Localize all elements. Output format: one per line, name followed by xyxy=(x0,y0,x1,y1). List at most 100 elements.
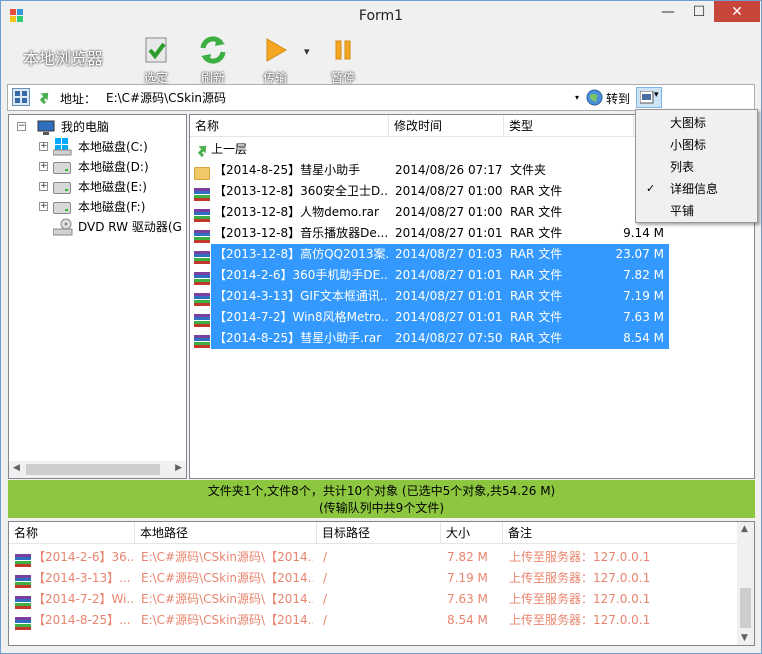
queue-row[interactable]: 【2014-3-13】... E:\C#源码\CSkin源码\【2014... / 7… xyxy=(9,568,738,589)
file-name: 【2013-12-8】人物demo.rar xyxy=(214,205,379,219)
queue-note: 上传至服务器：127.0.0.1 xyxy=(509,550,651,564)
file-row[interactable]: 【2014-7-2】Win8风格Metro... 2014/08/27 01:01… xyxy=(190,307,754,328)
status-queue-count: (传输队列中共9个文件) xyxy=(319,501,444,515)
queue-column-size[interactable]: 大小 xyxy=(441,522,503,544)
tree-expand-toggle[interactable]: + xyxy=(39,142,48,151)
menu-item-view-1[interactable]: 大图标 xyxy=(638,112,755,134)
maximize-button[interactable]: ☐ xyxy=(684,1,714,23)
address-dropdown-arrow[interactable]: ▾ xyxy=(571,88,583,108)
status-bar: 文件夹1个,文件8个，共计10个对象 (已选中5个对象,共54.26 M) (传… xyxy=(8,480,755,518)
queue-column-local-path[interactable]: 本地路径 xyxy=(135,522,317,544)
queue-column-note[interactable]: 备注 xyxy=(503,522,738,544)
scroll-up-icon[interactable]: ▲ xyxy=(741,524,748,534)
view-mode-button[interactable]: ▾ xyxy=(636,87,662,108)
file-row[interactable]: 【2014-2-6】360手机助手DE... 2014/08/27 01:01 RA… xyxy=(190,265,754,286)
scroll-thumb[interactable] xyxy=(26,464,160,475)
transfer-button[interactable]: 传输 xyxy=(255,34,295,85)
folder-tree[interactable]: − 我的电脑 + 本地磁盘(C:) + 本地磁盘(D:) + 本地磁盘(E:) … xyxy=(8,114,187,479)
menu-item-view-3[interactable]: 列表 xyxy=(638,156,755,178)
scroll-down-icon[interactable]: ▼ xyxy=(741,633,748,643)
queue-name: 【2014-3-13】... xyxy=(33,571,131,585)
pause-button[interactable]: 暂停 xyxy=(323,34,363,85)
minimize-button[interactable]: — xyxy=(653,1,683,23)
file-modified: 2014/08/26 07:17 xyxy=(395,163,503,177)
queue-column-name[interactable]: 名称 xyxy=(9,522,135,544)
queue-name: 【2014-7-2】Wi... xyxy=(33,592,133,606)
queue-size: 8.54 M xyxy=(447,613,488,627)
menu-item-view-5[interactable]: 平铺 xyxy=(638,200,755,222)
queue-note: 上传至服务器：127.0.0.1 xyxy=(509,592,651,606)
column-header-type[interactable]: 类型 xyxy=(504,115,634,137)
file-name: 【2014-3-13】GIF文本框通讯... xyxy=(214,289,388,303)
queue-target-path: / xyxy=(323,592,328,606)
queue-local-path: E:\C#源码\CSkin源码\【2014... xyxy=(141,613,313,627)
file-row[interactable]: 【2013-12-8】音乐播放器De... 2014/08/27 01:01 RAR… xyxy=(190,223,754,244)
title-bar: Form1 — ☐ ✕ xyxy=(1,1,761,31)
tree-horizontal-scrollbar[interactable]: ◀ ▶ xyxy=(9,461,186,478)
queue-vertical-scrollbar[interactable]: ▲ ▼ xyxy=(737,522,754,645)
file-type: RAR 文件 xyxy=(510,310,563,324)
tree-label: 本地磁盘(D:) xyxy=(78,160,149,174)
queue-column-target-path[interactable]: 目标路径 xyxy=(317,522,441,544)
file-size: 7.63 M xyxy=(623,310,664,324)
tree-label: 本地磁盘(E:) xyxy=(78,180,147,194)
transfer-dropdown-arrow[interactable]: ▾ xyxy=(304,45,310,58)
menu-item-label: 详细信息 xyxy=(670,182,719,196)
scroll-thumb[interactable] xyxy=(740,588,751,628)
tree-expand-toggle[interactable]: + xyxy=(39,182,48,191)
file-size: 7.82 M xyxy=(623,268,664,282)
file-row[interactable]: 【2014-8-25】彗星小助手.rar 2014/08/27 07:50 RAR … xyxy=(190,328,754,349)
toolbar: 本地浏览器 选定 刷新 传输 ▾ 暂停 xyxy=(7,31,757,85)
queue-note: 上传至服务器：127.0.0.1 xyxy=(509,613,651,627)
checkmark-icon: ✓ xyxy=(646,182,656,195)
rar-file-icon xyxy=(194,334,210,349)
file-modified: 2014/08/27 01:00 xyxy=(395,184,503,198)
windows-drive-icon xyxy=(52,138,73,162)
up-level-row[interactable]: 上一层 xyxy=(190,139,490,160)
tree-label: 我的电脑 xyxy=(61,120,110,134)
queue-target-path: / xyxy=(323,571,328,585)
queue-row[interactable]: 【2014-7-2】Wi... E:\C#源码\CSkin源码\【2014... /… xyxy=(9,589,738,610)
toolbar-title: 本地浏览器 xyxy=(23,49,104,68)
file-row[interactable]: 【2014-3-13】GIF文本框通讯... 2014/08/27 01:01 RA… xyxy=(190,286,754,307)
address-label: 地址： xyxy=(60,92,97,106)
rar-file-icon xyxy=(194,313,210,328)
rar-file-icon xyxy=(194,229,210,244)
queue-local-path: E:\C#源码\CSkin源码\【2014... xyxy=(141,571,313,585)
close-button[interactable]: ✕ xyxy=(714,1,760,22)
menu-item-label: 大图标 xyxy=(670,116,707,130)
rar-file-icon xyxy=(194,187,210,202)
scroll-left-icon[interactable]: ◀ xyxy=(13,463,20,473)
globe-icon xyxy=(586,89,603,109)
queue-row[interactable]: 【2014-8-25】... E:\C#源码\CSkin源码\【2014... / 8… xyxy=(9,610,738,631)
queue-target-path: / xyxy=(323,613,328,627)
file-modified: 2014/08/27 01:01 xyxy=(395,289,503,303)
file-type: RAR 文件 xyxy=(510,205,563,219)
rar-file-icon xyxy=(194,208,210,223)
refresh-button[interactable]: 刷新 xyxy=(193,34,233,85)
file-type: RAR 文件 xyxy=(510,184,563,198)
file-row[interactable]: 【2013-12-8】高仿QQ2013案... 2014/08/27 01:03 R… xyxy=(190,244,754,265)
queue-row[interactable]: 【2014-2-6】36... E:\C#源码\CSkin源码\【2014... /… xyxy=(9,547,738,568)
tree-collapse-toggle[interactable]: − xyxy=(17,122,26,131)
column-header-modified[interactable]: 修改时间 xyxy=(389,115,504,137)
column-header-name[interactable]: 名称 xyxy=(190,115,389,137)
scroll-right-icon[interactable]: ▶ xyxy=(175,463,182,473)
file-type: RAR 文件 xyxy=(510,289,563,303)
rar-file-icon xyxy=(15,574,31,589)
file-name: 【2014-8-25】彗星小助手.rar xyxy=(214,331,382,345)
rar-file-icon xyxy=(194,250,210,265)
folder-icon xyxy=(194,167,210,180)
address-input[interactable] xyxy=(98,86,568,109)
up-arrow-icon[interactable] xyxy=(36,89,52,108)
menu-item-label: 列表 xyxy=(670,160,695,174)
menu-item-view-2[interactable]: 小图标 xyxy=(638,134,755,156)
transfer-queue[interactable]: 名称 本地路径 目标路径 大小 备注 【2014-2-6】36... E:\C#源… xyxy=(8,521,755,646)
tree-expand-toggle[interactable]: + xyxy=(39,202,48,211)
menu-item-view-4[interactable]: ✓ 详细信息 xyxy=(638,178,755,200)
select-button[interactable]: 选定 xyxy=(136,34,176,85)
tree-expand-toggle[interactable]: + xyxy=(39,162,48,171)
view-toggle-icon[interactable] xyxy=(12,88,30,106)
goto-button[interactable]: 转到 xyxy=(586,88,634,108)
queue-header: 名称 本地路径 目标路径 大小 备注 xyxy=(9,522,738,544)
